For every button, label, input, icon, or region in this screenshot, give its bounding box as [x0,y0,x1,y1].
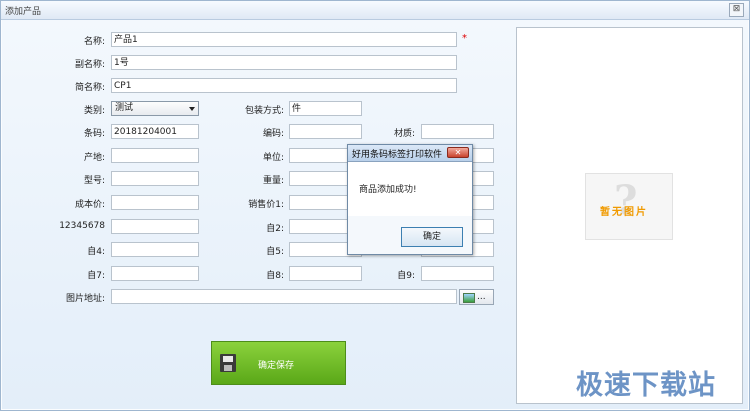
save-button-label: 确定保存 [258,361,295,371]
window-close-button[interactable]: ⊠ [729,3,744,17]
alias-input[interactable]: 1号 [111,55,457,70]
watermark-text: 极速下载站 [576,370,716,401]
weight-label: 重量: [262,176,284,186]
custom8-input[interactable] [289,266,362,281]
alias-label: 副名称: [74,60,105,70]
custom7-input[interactable] [111,266,199,281]
image-preview-panel: ? 暂无图片 [516,27,743,404]
cost-price-label: 成本价: [74,200,105,210]
custom9-input[interactable] [421,266,494,281]
short-name-label: 简名称: [74,83,105,93]
model-label: 型号: [83,176,105,186]
origin-input[interactable] [111,148,199,163]
no-image-text: 暂无图片 [600,207,648,218]
packaging-input[interactable]: 件 [289,101,362,116]
short-name-input[interactable]: CP1 [111,78,457,93]
dialog-title-bar: 好用条码标签打印软件 ✕ [348,145,472,162]
name-label: 名称: [83,37,105,47]
custom4-input[interactable] [111,242,199,257]
packaging-label: 包装方式: [244,106,284,116]
custom2-label: 自2: [266,224,284,234]
material-label: 材质: [393,129,415,139]
cost-price-input[interactable] [111,195,199,210]
name-input[interactable]: 产品1 [111,32,457,47]
category-label: 类别: [83,106,105,116]
unit-label: 单位: [262,153,284,163]
barcode-input[interactable]: 20181204001 [111,124,199,139]
custom5-label: 自5: [266,247,284,257]
dialog-close-button[interactable]: ✕ [447,147,469,158]
category-value: 测试 [115,103,134,113]
image-path-label: 图片地址: [65,294,105,304]
browse-image-button[interactable]: ... [459,289,494,305]
no-image-placeholder: ? 暂无图片 [585,173,673,240]
dialog-body: 商品添加成功! [348,162,472,216]
material-input[interactable] [421,124,494,139]
custom8-label: 自8: [266,271,284,281]
custom1-input[interactable] [111,219,199,234]
custom1-label: 12345678 [59,221,105,231]
category-select[interactable]: 测试 [111,101,199,116]
custom9-label: 自9: [397,271,415,281]
dialog-title: 好用条码标签打印软件 [352,150,443,160]
origin-label: 产地: [83,153,105,163]
barcode-label: 条码: [83,129,105,139]
image-path-input[interactable] [111,289,457,304]
model-input[interactable] [111,171,199,186]
custom7-label: 自7: [87,271,105,281]
success-dialog: 好用条码标签打印软件 ✕ 商品添加成功! 确定 [347,144,473,255]
required-mark: * [462,33,467,44]
dialog-message: 商品添加成功! [359,185,417,195]
image-icon [463,293,475,303]
code-label: 编码: [262,129,284,139]
title-bar: 添加产品 ⊠ [1,1,749,20]
browse-dots: ... [477,292,486,302]
sale-price-label: 销售价1: [248,200,284,210]
code-input[interactable] [289,124,362,139]
window-title: 添加产品 [5,7,42,17]
chevron-down-icon [189,107,195,111]
dialog-ok-button[interactable]: 确定 [401,227,463,247]
save-button[interactable]: 确定保存 [211,341,346,385]
add-product-window: 添加产品 ⊠ 名称: 产品1 * 副名称: 1号 简名称: CP1 类别: 测试… [0,0,750,411]
floppy-disk-icon [220,354,236,372]
custom4-label: 自4: [87,247,105,257]
